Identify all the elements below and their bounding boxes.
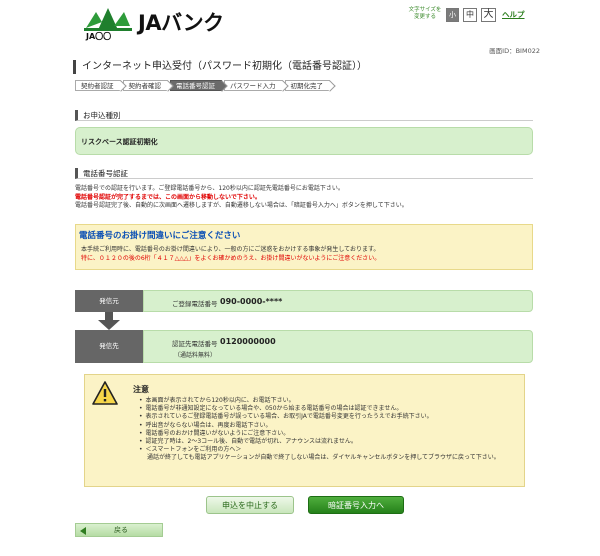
logo-text: JAバンク xyxy=(138,11,224,35)
phone-description: 電話番号での認証を行います。ご登録電話番号から、120秒以内に認証先電話番号にお… xyxy=(75,185,535,211)
callee-label: 発信先 xyxy=(75,330,143,363)
desc-line-3: 電話番号認証完了後、自動的に次画面へ遷移しますが、自動遷移しない場合は、「暗証番… xyxy=(75,202,408,209)
pin-input-button[interactable]: 暗証番号入力へ xyxy=(308,496,404,514)
caller-label: 発信元 xyxy=(75,290,143,312)
caller-field-label: ご登録電話番号 xyxy=(172,300,218,308)
back-button[interactable]: 戻る xyxy=(75,523,163,537)
warning-line-2: 特に、０１２０の後の6桁「４１７△△△」をよくお確かめのうえ、お掛け間違いがない… xyxy=(81,255,381,262)
caller-row: ご登録電話番号 090-0000-**** xyxy=(143,290,533,312)
logo-subtext: JA〇〇 xyxy=(86,32,112,41)
fontsize-small-button[interactable]: 小 xyxy=(446,8,459,22)
help-link[interactable]: ヘルプ xyxy=(502,9,525,20)
phone-section-heading: 電話番号認証 xyxy=(75,168,533,179)
caution-list: 本画面が表示されてから120秒以内に、お電話下さい。 電話番号が非通知設定になっ… xyxy=(139,397,521,463)
progress-steps: 契約者認証 契約者確認 電話番号認証 パスワード入力 初期化完了 xyxy=(75,80,332,91)
back-arrow-icon xyxy=(80,527,86,535)
caution-item: 本画面が表示されてから120秒以内に、お電話下さい。 xyxy=(139,397,521,405)
arrow-down-icon xyxy=(98,312,120,330)
caution-item: 表示されているご登録電話番号が誤っている場合、お取引JAで電話番号変更を行ったう… xyxy=(139,413,521,421)
step-password-input: パスワード入力 xyxy=(224,80,283,91)
screen-id: 画面ID：BIM022 xyxy=(489,47,540,55)
warning-triangle-icon xyxy=(92,381,118,405)
desc-line-1: 電話番号での認証を行います。ご登録電話番号から、120秒以内に認証先電話番号にお… xyxy=(75,185,344,192)
back-button-label: 戻る xyxy=(114,526,128,534)
step-init-complete: 初期化完了 xyxy=(284,80,330,91)
type-section-heading: お申込種別 xyxy=(75,110,533,121)
step-contract-auth: 契約者認証 xyxy=(75,80,121,91)
caution-box: 注意 本画面が表示されてから120秒以内に、お電話下さい。 電話番号が非通知設定… xyxy=(84,374,525,487)
misdial-warning: 電話番号のお掛け間違いにご注意ください 本手続ご利用時に、電話番号のお掛け間違い… xyxy=(75,224,533,270)
cancel-application-button[interactable]: 申込を中止する xyxy=(206,496,294,514)
desc-line-2: 電話番号認証が完了するまでは、この画面から移動しないで下さい。 xyxy=(75,193,261,201)
callee-note: （通話料無料） xyxy=(174,352,217,359)
ja-logo-icon xyxy=(84,8,132,31)
caller-number: 090-0000-**** xyxy=(220,297,283,306)
step-contract-confirm: 契約者確認 xyxy=(122,80,168,91)
page: JAバンク JA〇〇 文字サイズを変更する 小 中 大 ヘルプ 画面ID：BIM… xyxy=(0,0,600,556)
page-title: インターネット申込受付（パスワード初期化（電話番号認証）） xyxy=(73,60,533,74)
caution-item: 認証完了時は、2～3コール後、自動で電話が切れ、アナウンスは流れません。 xyxy=(139,438,521,446)
warning-title: 電話番号のお掛け間違いにご注意ください xyxy=(79,231,241,241)
callee-row: 認証先電話番号 0120000000 （通話料無料） xyxy=(143,330,533,363)
caution-item: 呼出音がならない場合は、再度お電話下さい。 xyxy=(139,422,521,430)
warning-line-1: 本手続ご利用時に、電話番号のお掛け間違いにより、一般の方にご迷惑をおかけする事象… xyxy=(81,246,380,253)
caution-item: 電話番号のおかけ間違いがないようにご注意下さい。 xyxy=(139,430,521,438)
callee-field-label: 認証先電話番号 xyxy=(172,340,218,348)
caution-item: 通話が終了しても電話アプリケーションが自動で終了しない場合は、ダイヤルキャンセル… xyxy=(147,454,500,462)
fontsize-medium-button[interactable]: 中 xyxy=(463,8,477,22)
step-phone-auth: 電話番号認証 xyxy=(170,80,222,91)
fontsize-large-button[interactable]: 大 xyxy=(481,8,496,22)
type-value: リスクベース認証初期化 xyxy=(75,127,533,155)
caution-title: 注意 xyxy=(133,385,149,394)
header: JAバンク JA〇〇 文字サイズを変更する 小 中 大 ヘルプ xyxy=(0,0,600,42)
callee-number: 0120000000 xyxy=(220,337,276,346)
fontsize-label: 文字サイズを変更する xyxy=(408,7,442,20)
warning-body: 本手続ご利用時に、電話番号のお掛け間違いにより、一般の方にご迷惑をおかけする事象… xyxy=(81,245,531,263)
